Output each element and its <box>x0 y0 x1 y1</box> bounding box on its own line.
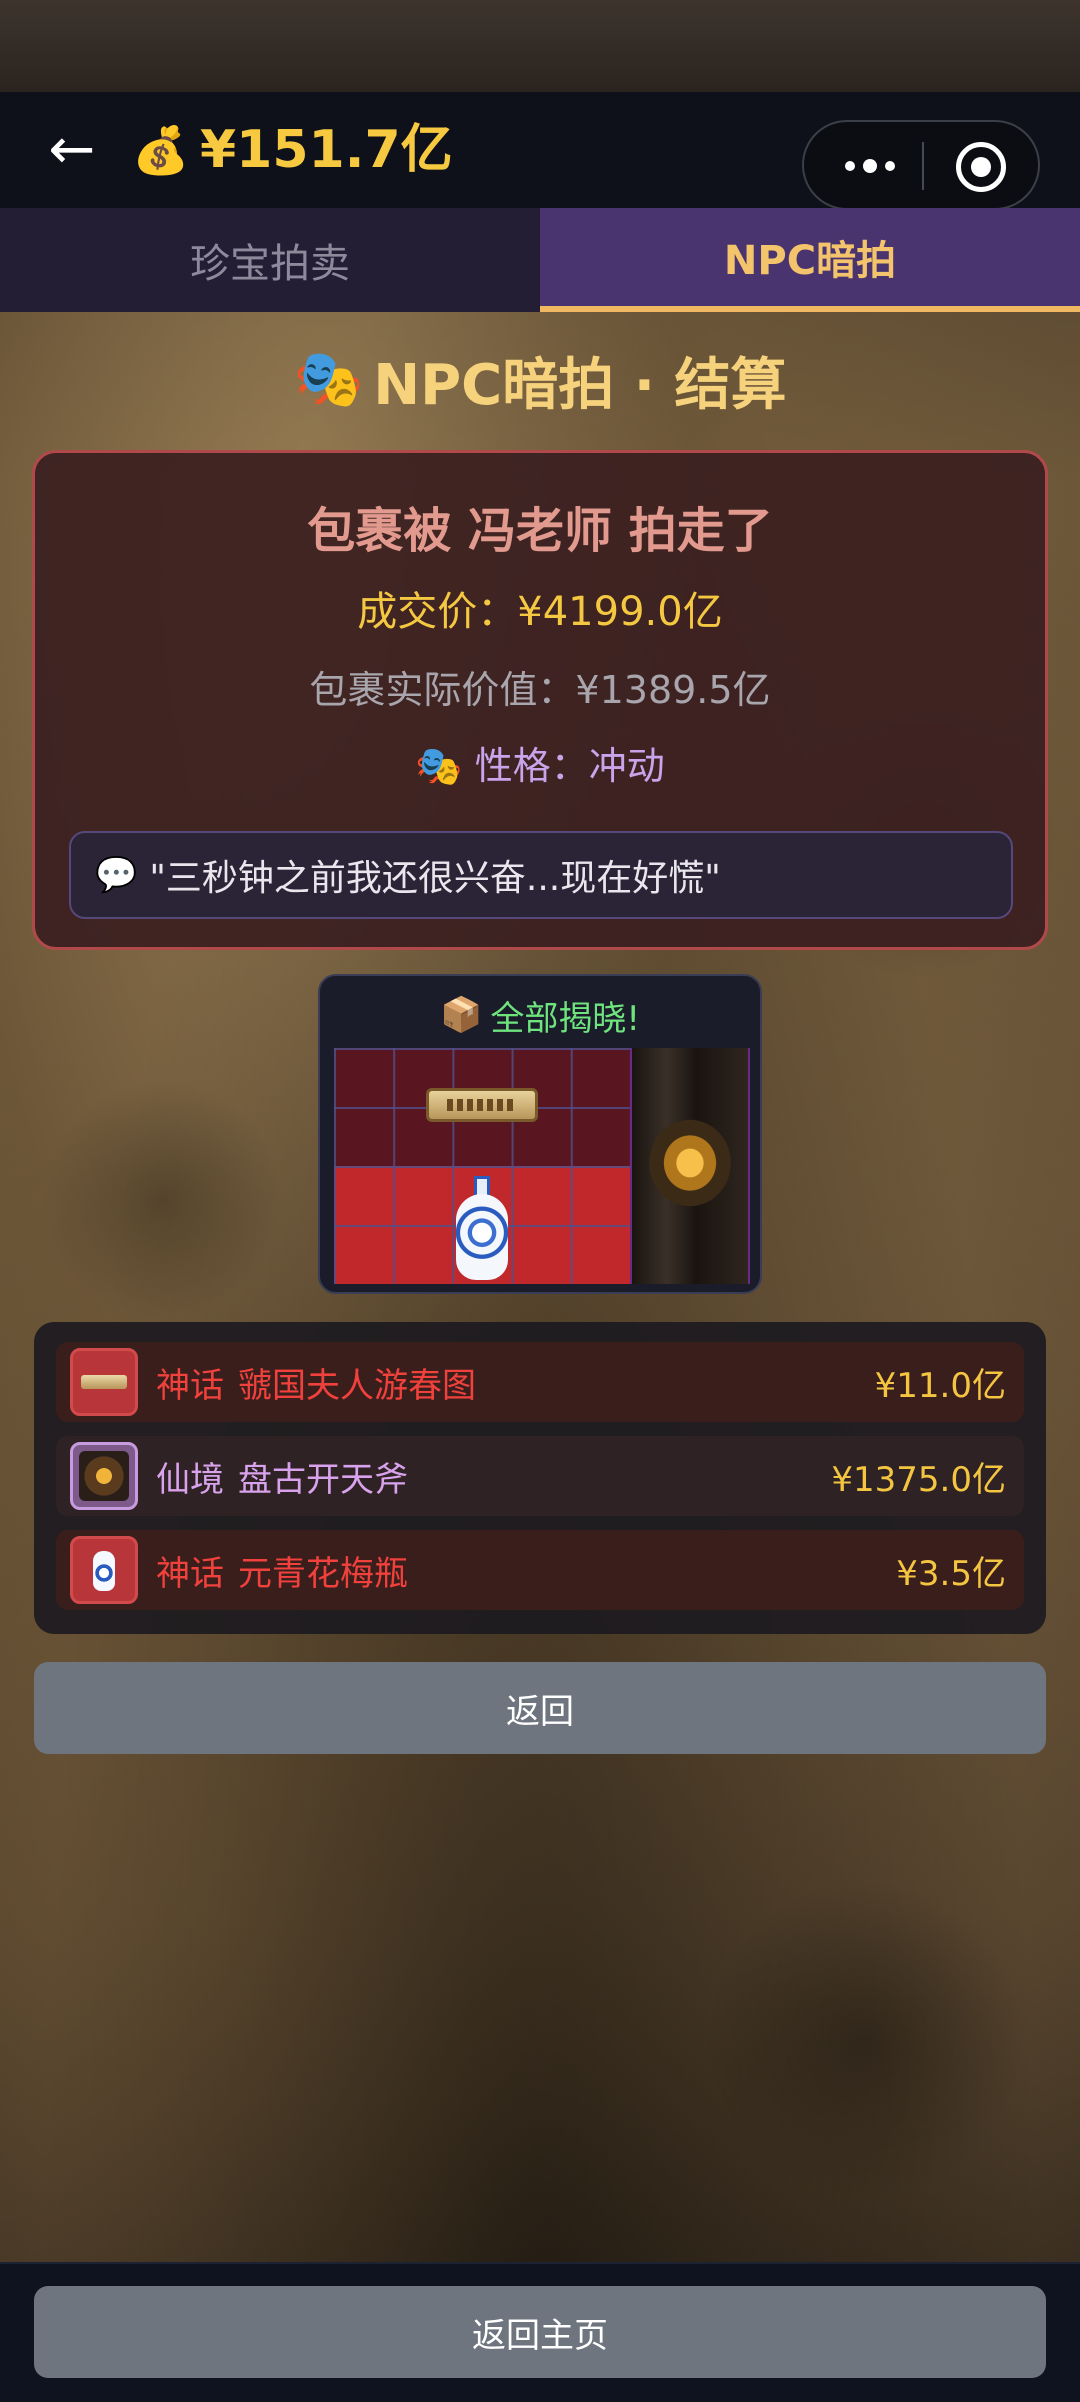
item-name: 元青花梅瓶 <box>238 1553 408 1594</box>
winner-line: 包裹被 冯老师 拍走了 <box>307 503 773 559</box>
more-dots-icon[interactable] <box>834 148 906 184</box>
porcelain-vase-item[interactable] <box>456 1176 508 1280</box>
actual-value: 包裹实际价值：¥1389.5亿 <box>309 668 771 712</box>
list-item[interactable]: 神话 元青花梅瓶 ¥3.5亿 <box>56 1530 1024 1610</box>
back-button[interactable]: 返回 <box>34 1662 1046 1754</box>
item-name: 虢国夫人游春图 <box>238 1365 476 1406</box>
money-balance: ¥151.7亿 <box>200 120 453 180</box>
list-item[interactable]: 神话 虢国夫人游春图 ¥11.0亿 <box>56 1342 1024 1422</box>
theater-masks-icon: 🎭 <box>415 744 463 788</box>
reveal-panel: 📦 全部揭晓! <box>318 974 762 1294</box>
back-arrow-icon[interactable]: ← <box>36 122 108 178</box>
item-tier: 神话 <box>156 1365 224 1406</box>
item-tier: 神话 <box>156 1553 224 1594</box>
reveal-title: 📦 全部揭晓! <box>320 990 760 1040</box>
item-price: ¥1375.0亿 <box>831 1459 1006 1500</box>
npc-quote-text: "三秒钟之前我还很兴奋...现在好慌" <box>149 858 721 899</box>
page-title-text: NPC暗拍 · 结算 <box>373 352 787 418</box>
deal-price: 成交价：¥4199.0亿 <box>357 589 723 635</box>
package-grid <box>334 1048 750 1284</box>
money-bag-icon: 💰 <box>132 123 190 177</box>
painting-scroll-item[interactable] <box>426 1088 538 1122</box>
personality-text: 性格：冲动 <box>474 744 665 788</box>
capsule-divider <box>922 142 924 190</box>
package-icon: 📦 <box>440 995 483 1035</box>
home-button[interactable]: 返回主页 <box>34 2286 1046 2378</box>
axe-thumbnail-icon <box>70 1442 138 1510</box>
close-target-icon[interactable] <box>956 142 1006 192</box>
item-list: 神话 虢国夫人游春图 ¥11.0亿 仙境 盘古开天斧 ¥1375.0亿 神话 元… <box>34 1322 1046 1634</box>
theater-masks-icon: 🎭 <box>293 347 364 412</box>
status-bar-area <box>0 0 1080 92</box>
npc-quote-box: 💬 "三秒钟之前我还很兴奋...现在好慌" <box>69 831 1013 919</box>
reveal-title-text: 全部揭晓! <box>490 998 640 1039</box>
speech-bubble-icon: 💬 <box>95 855 138 895</box>
tab-bar: 珍宝拍卖 NPC暗拍 <box>0 208 1080 312</box>
tab-treasure-auction[interactable]: 珍宝拍卖 <box>0 208 540 312</box>
mini-program-capsule <box>802 120 1040 210</box>
item-price: ¥11.0亿 <box>874 1365 1006 1406</box>
page-title: 🎭 NPC暗拍 · 结算 <box>0 340 1080 420</box>
item-price: ¥3.5亿 <box>896 1553 1006 1594</box>
personality-line: 🎭 性格：冲动 <box>35 735 1045 790</box>
pangu-axe-item[interactable] <box>632 1048 748 1284</box>
settlement-card: 包裹被 冯老师 拍走了 成交价：¥4199.0亿 包裹实际价值：¥1389.5亿… <box>32 450 1048 950</box>
item-tier: 仙境 <box>156 1459 224 1500</box>
vase-thumbnail-icon <box>70 1536 138 1604</box>
tab-npc-blind-auction[interactable]: NPC暗拍 <box>540 208 1080 312</box>
header-bar: ← 💰 ¥151.7亿 <box>0 92 1080 210</box>
list-item[interactable]: 仙境 盘古开天斧 ¥1375.0亿 <box>56 1436 1024 1516</box>
scroll-thumbnail-icon <box>70 1348 138 1416</box>
item-name: 盘古开天斧 <box>238 1459 408 1500</box>
